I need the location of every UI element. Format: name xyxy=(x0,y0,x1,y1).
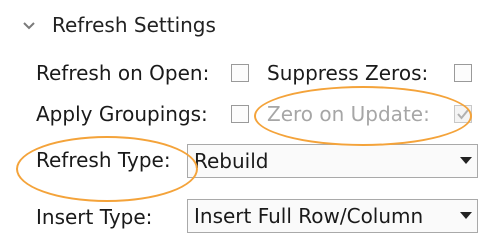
checkmark-icon xyxy=(457,109,469,120)
apply-groupings-label: Apply Groupings: xyxy=(36,102,208,126)
zero-on-update-label: Zero on Update: xyxy=(267,102,430,126)
refresh-settings-panel: Refresh Settings Refresh on Open: Suppre… xyxy=(0,0,492,244)
insert-type-value: Insert Full Row/Column xyxy=(194,204,424,228)
apply-groupings-checkbox[interactable] xyxy=(231,105,249,123)
chevron-down-icon[interactable] xyxy=(22,18,36,32)
refresh-type-label: Refresh Type: xyxy=(36,148,171,172)
refresh-type-value: Rebuild xyxy=(194,149,269,173)
refresh-on-open-label: Refresh on Open: xyxy=(36,61,210,85)
zero-on-update-checkbox xyxy=(454,105,472,123)
insert-type-label: Insert Type: xyxy=(36,205,153,229)
dropdown-arrow-icon[interactable] xyxy=(455,157,477,165)
refresh-type-dropdown[interactable]: Rebuild xyxy=(187,144,478,178)
dropdown-arrow-icon[interactable] xyxy=(455,212,477,220)
section-title: Refresh Settings xyxy=(52,13,216,37)
refresh-on-open-checkbox[interactable] xyxy=(231,64,249,82)
insert-type-dropdown[interactable]: Insert Full Row/Column xyxy=(187,199,478,233)
suppress-zeros-label: Suppress Zeros: xyxy=(267,61,429,85)
section-header[interactable]: Refresh Settings xyxy=(22,10,216,40)
suppress-zeros-checkbox[interactable] xyxy=(454,64,472,82)
